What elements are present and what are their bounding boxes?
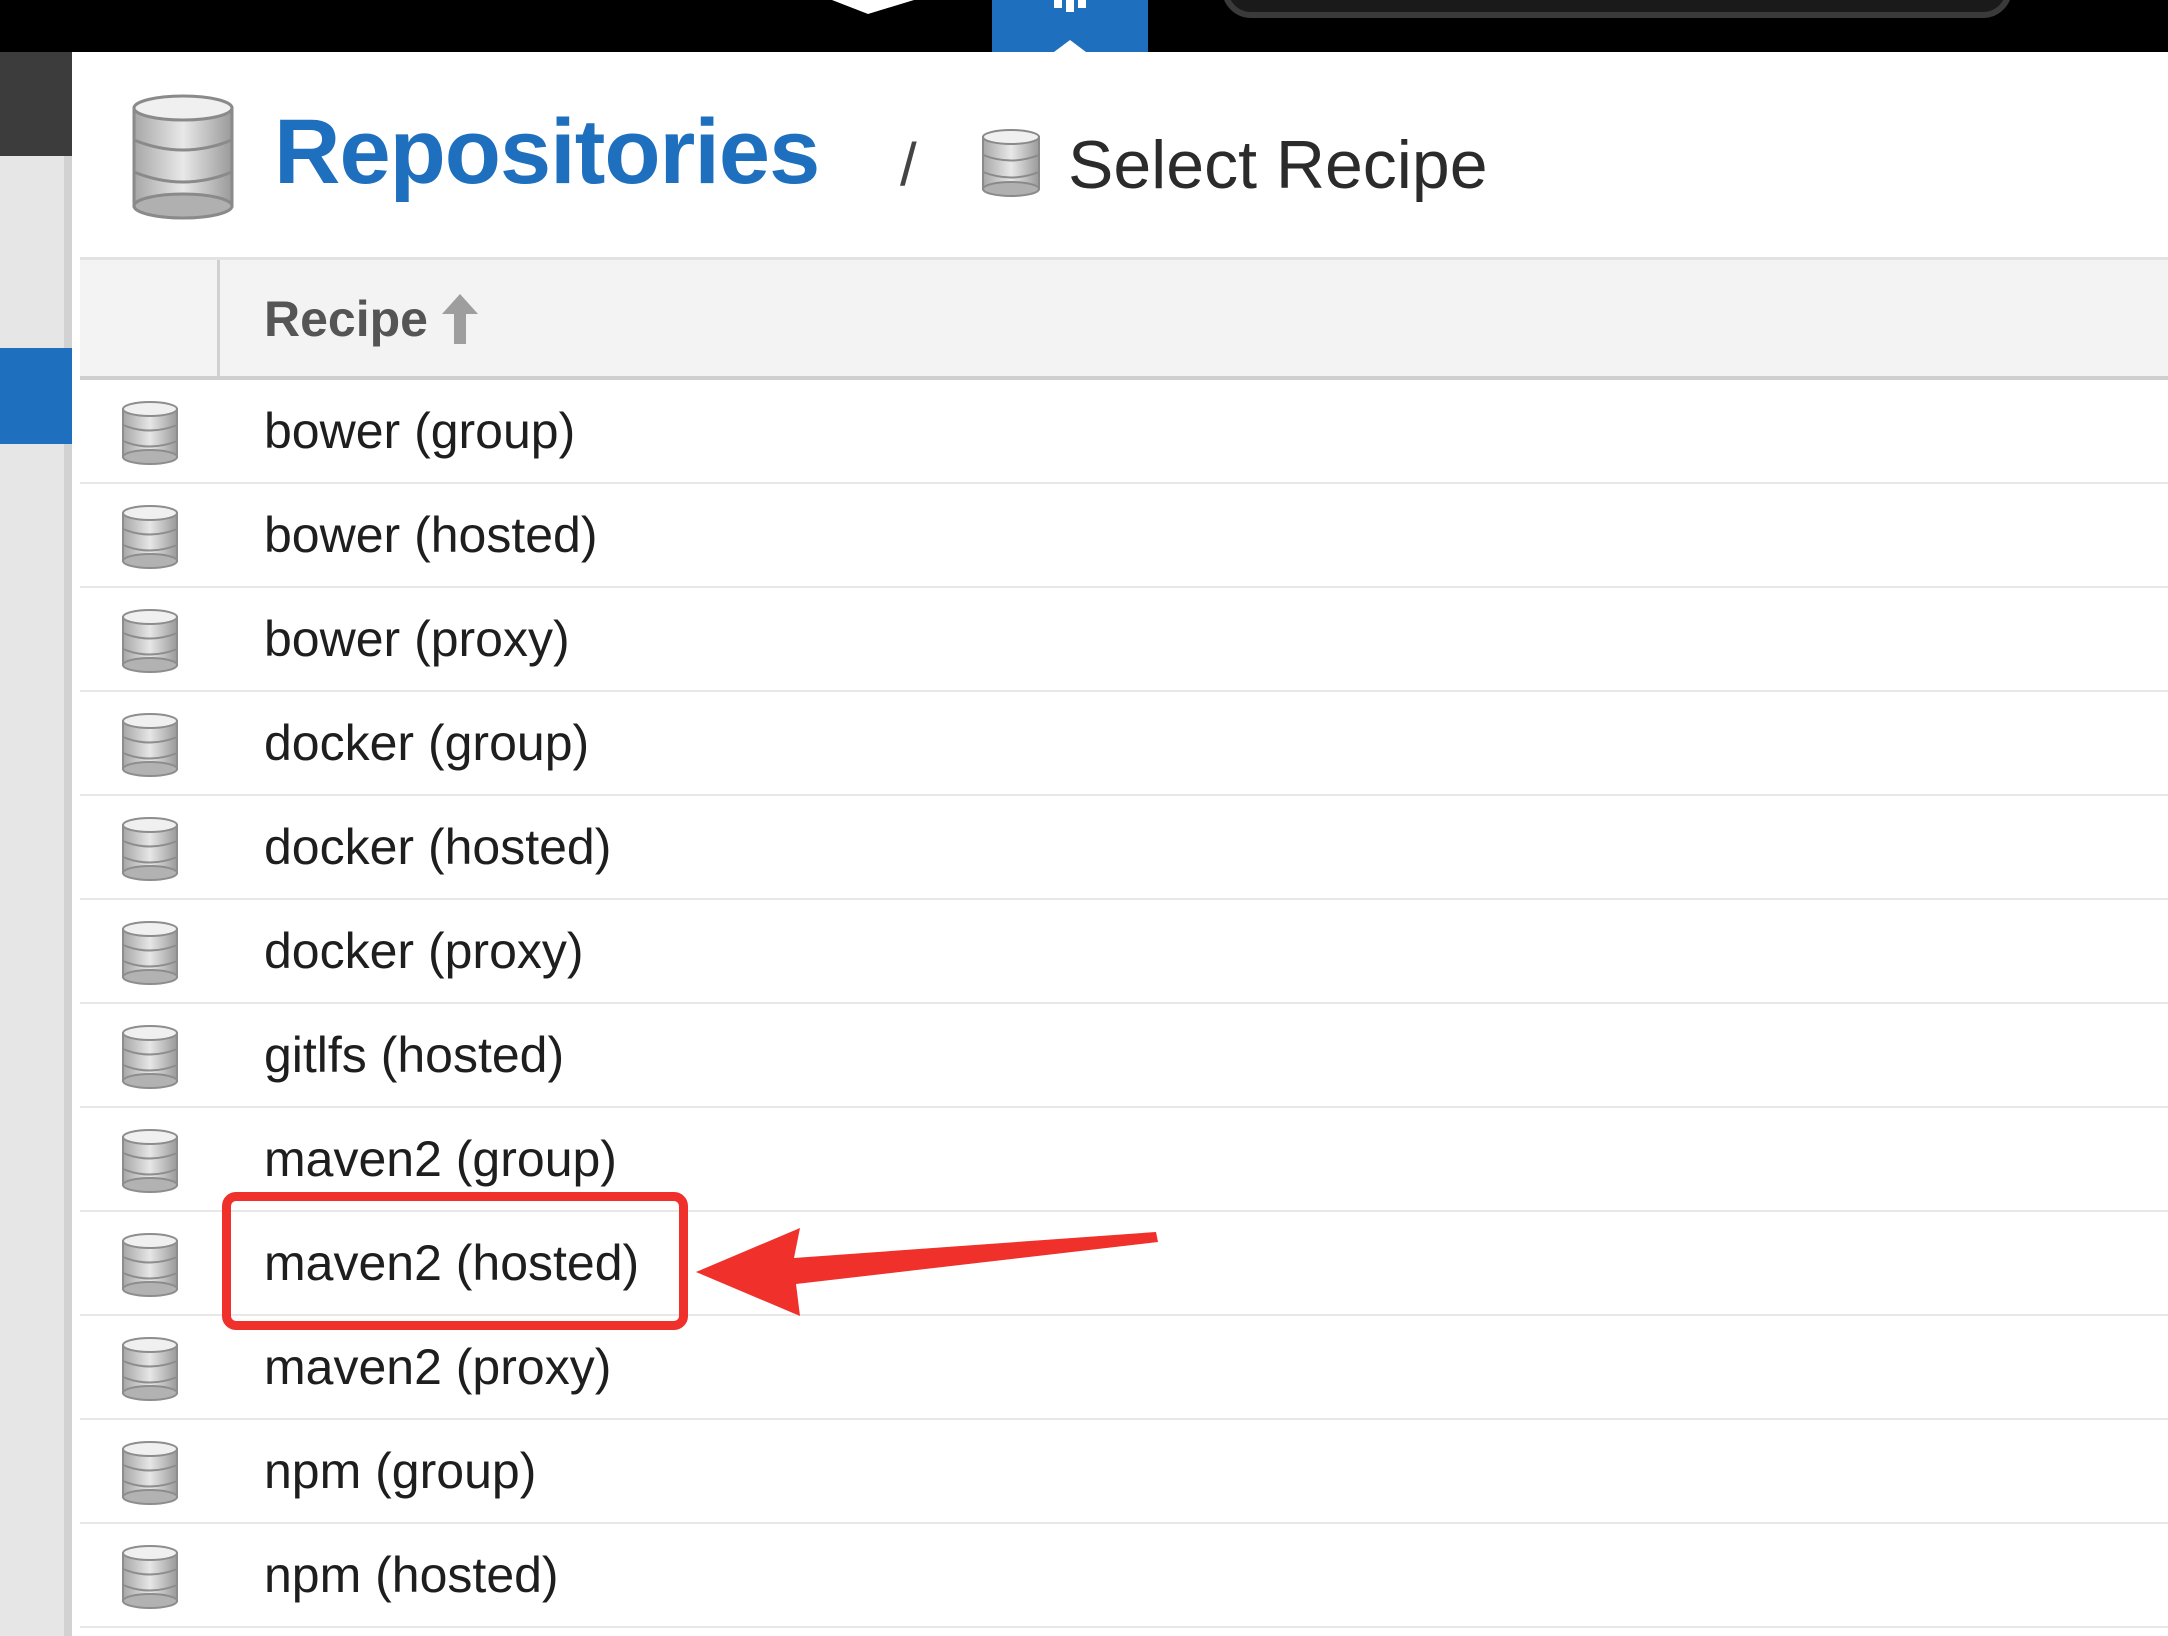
table-row[interactable]: docker (group) — [80, 692, 2168, 796]
main-panel: Repositories / Select Recipe Recipe bowe… — [80, 52, 2168, 1636]
highlight-box — [222, 1192, 688, 1330]
sidebar-item-repositories[interactable] — [0, 348, 72, 444]
search-input[interactable] — [1222, 0, 2012, 18]
database-icon — [120, 1232, 180, 1298]
sidebar — [0, 52, 72, 1636]
database-icon — [120, 816, 180, 882]
recipe-name: bower (proxy) — [264, 611, 570, 667]
table-row[interactable]: bower (hosted) — [80, 484, 2168, 588]
database-icon — [120, 608, 180, 674]
recipe-name: gitlfs (hosted) — [264, 1027, 565, 1083]
table-row[interactable]: bower (group) — [80, 380, 2168, 484]
database-icon — [120, 1128, 180, 1194]
page-title[interactable]: Repositories — [274, 100, 820, 205]
browse-icon[interactable] — [828, 0, 918, 14]
recipe-name: bower (group) — [264, 403, 576, 459]
recipe-name: bower (hosted) — [264, 507, 598, 563]
recipe-name: docker (group) — [264, 715, 590, 771]
recipe-name: npm (hosted) — [264, 1547, 559, 1603]
database-icon — [120, 400, 180, 466]
breadcrumb-current: Select Recipe — [1068, 127, 1488, 203]
table-row[interactable]: gitlfs (hosted) — [80, 1004, 2168, 1108]
table-row[interactable]: bower (proxy) — [80, 588, 2168, 692]
database-icon — [120, 712, 180, 778]
gear-icon — [1054, 0, 1086, 12]
database-icon — [132, 94, 234, 220]
admin-mode-button[interactable] — [992, 0, 1148, 52]
active-indicator — [1054, 40, 1086, 52]
recipe-name: docker (proxy) — [264, 923, 584, 979]
column-header-recipe[interactable]: Recipe — [264, 290, 428, 348]
table-row[interactable]: maven2 (proxy) — [80, 1316, 2168, 1420]
grid-header: Recipe — [80, 260, 2168, 380]
icon-column-header — [80, 260, 220, 376]
sidebar-header — [0, 52, 72, 156]
recipe-name: npm (group) — [264, 1443, 537, 1499]
table-row[interactable]: npm (hosted) — [80, 1524, 2168, 1628]
table-row[interactable]: docker (proxy) — [80, 900, 2168, 1004]
arrow-annotation — [696, 1228, 1158, 1316]
top-navigation-bar — [0, 0, 2168, 52]
page-header: Repositories / Select Recipe — [80, 52, 2168, 260]
table-row[interactable]: npm (group) — [80, 1420, 2168, 1524]
database-icon — [120, 1440, 180, 1506]
database-icon — [982, 129, 1040, 197]
database-icon — [120, 1024, 180, 1090]
recipe-list: bower (group) bower (hosted) bower (proxy)… — [80, 380, 2168, 1628]
recipe-name: maven2 (group) — [264, 1131, 617, 1187]
recipe-name: maven2 (proxy) — [264, 1339, 612, 1395]
database-icon — [120, 920, 180, 986]
table-row[interactable]: docker (hosted) — [80, 796, 2168, 900]
sort-ascending-icon[interactable] — [438, 292, 482, 346]
database-icon — [120, 1336, 180, 1402]
breadcrumb-separator: / — [900, 131, 917, 198]
database-icon — [120, 1544, 180, 1610]
recipe-name: docker (hosted) — [264, 819, 612, 875]
database-icon — [120, 504, 180, 570]
